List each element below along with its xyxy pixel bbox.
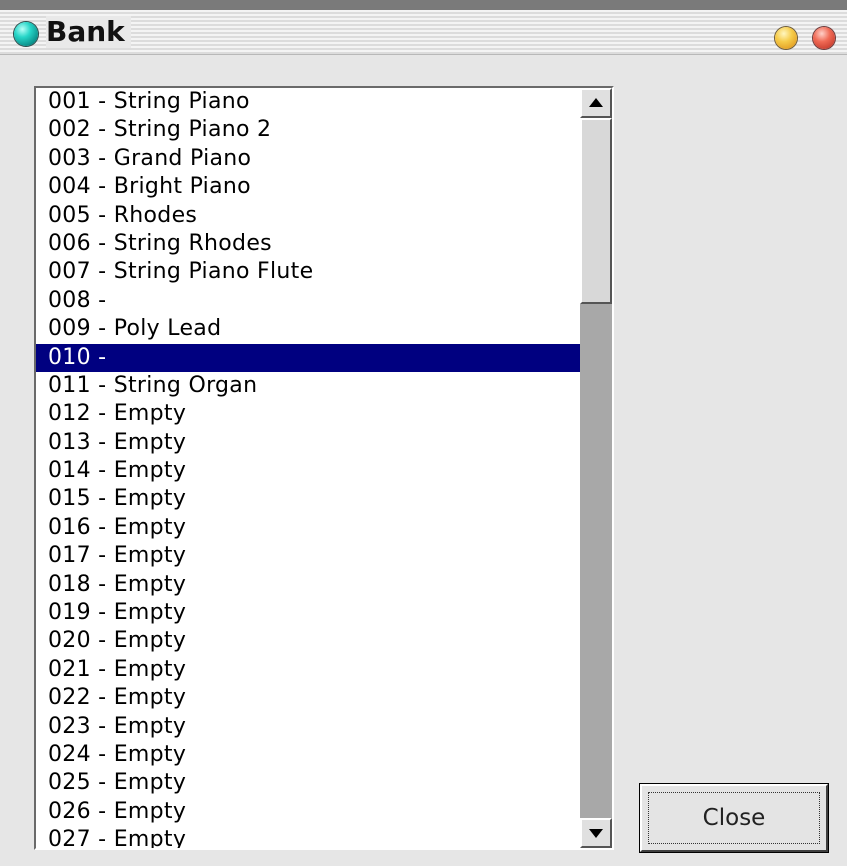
list-item[interactable]: 015 - Empty xyxy=(36,485,580,513)
minimize-icon[interactable] xyxy=(775,27,797,49)
close-window-icon[interactable] xyxy=(813,27,835,49)
list-item[interactable]: 022 - Empty xyxy=(36,684,580,712)
scroll-down-button[interactable] xyxy=(580,818,612,848)
list-item[interactable]: 021 - Empty xyxy=(36,656,580,684)
list-item[interactable]: 020 - Empty xyxy=(36,627,580,655)
list-item[interactable]: 011 - String Organ xyxy=(36,372,580,400)
list-item[interactable]: 002 - String Piano 2 xyxy=(36,116,580,144)
close-button[interactable]: Close xyxy=(639,783,829,853)
list-item[interactable]: 013 - Empty xyxy=(36,429,580,457)
bank-list[interactable]: 001 - String Piano 002 - String Piano 2 00… xyxy=(36,88,580,848)
list-item[interactable]: 016 - Empty xyxy=(36,514,580,542)
title-bar[interactable]: Bank xyxy=(0,10,847,55)
list-item[interactable]: 009 - Poly Lead xyxy=(36,315,580,343)
list-item[interactable]: 014 - Empty xyxy=(36,457,580,485)
list-item[interactable]: 006 - String Rhodes xyxy=(36,230,580,258)
list-item[interactable]: 026 - Empty xyxy=(36,798,580,826)
list-item[interactable]: 018 - Empty xyxy=(36,571,580,599)
list-item[interactable]: 007 - String Piano Flute xyxy=(36,258,580,286)
close-button-label: Close xyxy=(702,805,766,831)
list-item[interactable]: 012 - Empty xyxy=(36,400,580,428)
bank-listbox[interactable]: 001 - String Piano 002 - String Piano 2 00… xyxy=(34,86,614,850)
vertical-scrollbar[interactable] xyxy=(580,88,612,848)
list-item[interactable]: 017 - Empty xyxy=(36,542,580,570)
arrow-up-icon xyxy=(589,98,603,107)
window-title: Bank xyxy=(46,16,131,48)
list-item[interactable]: 023 - Empty xyxy=(36,713,580,741)
scroll-up-button[interactable] xyxy=(580,88,612,118)
list-item[interactable]: 024 - Empty xyxy=(36,741,580,769)
list-item[interactable]: 003 - Grand Piano xyxy=(36,145,580,173)
bank-window: Bank 001 - String Piano 002 - String Pian… xyxy=(0,10,847,866)
list-item[interactable]: 004 - Bright Piano xyxy=(36,173,580,201)
window-menu-orb-icon[interactable] xyxy=(14,22,38,46)
scrollbar-thumb[interactable] xyxy=(580,118,612,304)
list-item[interactable]: 025 - Empty xyxy=(36,769,580,797)
list-item[interactable]: 019 - Empty xyxy=(36,599,580,627)
list-item[interactable]: 008 - xyxy=(36,287,580,315)
list-item[interactable]: 005 - Rhodes xyxy=(36,202,580,230)
list-item[interactable]: 010 - xyxy=(36,343,580,372)
list-item[interactable]: 001 - String Piano xyxy=(36,88,580,116)
arrow-down-icon xyxy=(589,829,603,838)
list-item[interactable]: 027 - Empty xyxy=(36,826,580,848)
